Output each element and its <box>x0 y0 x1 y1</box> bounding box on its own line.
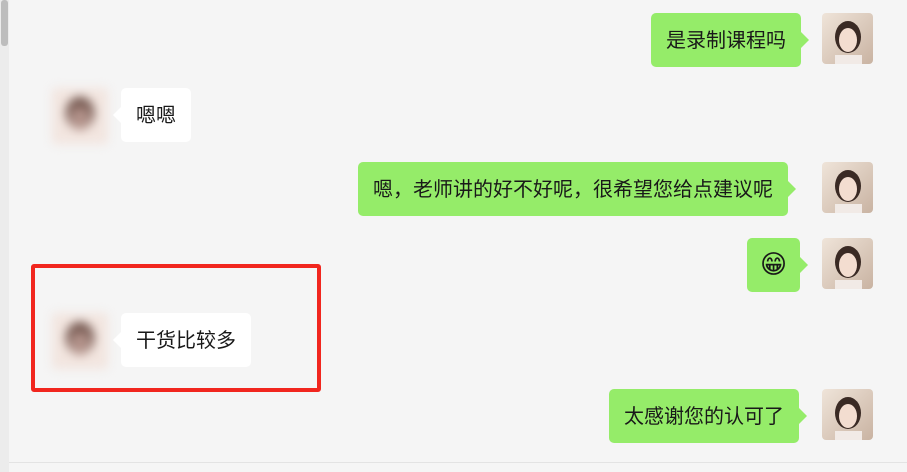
my-message-bubble[interactable]: 是录制课程吗 <box>651 13 809 67</box>
my-avatar[interactable] <box>822 389 873 440</box>
my-message-bubble[interactable]: 太感谢您的认可了 <box>609 389 807 443</box>
message-text: 嗯嗯 <box>136 103 176 127</box>
my-avatar[interactable] <box>822 13 873 64</box>
my-emoji-bubble[interactable]: 😁 <box>747 238 809 292</box>
message-text: 是录制课程吗 <box>666 28 786 52</box>
divider <box>9 462 907 463</box>
my-message-bubble[interactable]: 嗯，老师讲的好不好呢，很希望您给点建议呢 <box>358 162 796 216</box>
message-text: 干货比较多 <box>136 328 236 352</box>
message-text: 嗯，老师讲的好不好呢，很希望您给点建议呢 <box>373 177 773 201</box>
contact-message-bubble[interactable]: 嗯嗯 <box>113 88 191 142</box>
my-avatar[interactable] <box>822 162 873 213</box>
scrollbar-thumb[interactable] <box>1 0 8 46</box>
contact-avatar[interactable] <box>52 88 108 144</box>
contact-message-bubble[interactable]: 干货比较多 <box>113 313 251 367</box>
contact-avatar[interactable] <box>52 313 108 369</box>
my-avatar[interactable] <box>822 238 873 289</box>
message-text: 太感谢您的认可了 <box>624 404 784 428</box>
grinning-face-emoji-icon: 😁 <box>760 250 788 280</box>
chat-scrollbar[interactable] <box>0 0 9 472</box>
